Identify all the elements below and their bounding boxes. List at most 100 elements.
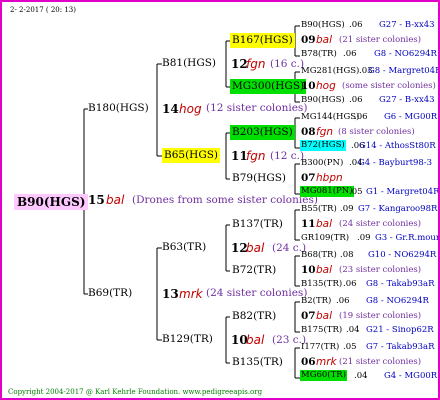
gen4-sep: .09 [340,204,354,214]
gen3-id[interactable]: MG300(HGS) [230,79,307,94]
gen4-id[interactable]: MG144(HGS) [301,113,359,122]
gen4-id[interactable]: B90(HGS) [301,21,345,30]
gen2-id[interactable]: B65(HGS) [162,148,221,163]
gen4-ref: G8 - Takab93aR [366,279,435,289]
gen1-mother-number: 14 [162,102,179,116]
root-number: 15 [88,193,105,207]
root-breeder: bal [106,193,125,207]
gen4-breeder: mrk [316,356,337,368]
gen4-number: 06 [301,356,316,368]
gen4-id[interactable]: GR109(TR) [301,234,349,243]
gen4-ref: G21 - Sinop62R [366,325,434,335]
gen4-number: 11 [301,218,316,230]
gen4-ref: G8 - Margret04R [368,66,440,76]
gen4-sep: .06 [349,95,363,105]
gen4-ref: G4 - Bayburt98-3 [358,158,433,168]
gen4-ref: G7 - Takab93aR [366,342,435,352]
gen4-note: (21 sister colonies) [339,357,422,367]
gen1-mother-note: (12 sister colonies) [206,102,308,114]
gen4-ref: G8 - NO6294R [366,296,429,306]
gen2-breeder: bal [246,241,265,255]
gen4-note: (24 sister colonies) [339,219,422,229]
pedigree-frame: 2- 2-2017 ( 20: 13) B90(HGS) 15 bal (Dro… [0,0,440,400]
gen2-breeder: fgn [246,57,266,71]
gen3-id[interactable]: B82(TR) [232,311,276,322]
gen1-mother-id[interactable]: B180(HGS) [88,103,149,114]
gen4-sep: .06 [343,49,357,59]
gen4-id[interactable]: B175(TR) [301,326,342,335]
gen4-id[interactable]: B78(TR) [301,50,337,59]
root-note: (Drones from some sister colonies) [132,194,318,206]
gen2-id[interactable]: B63(TR) [162,242,206,253]
gen4-id[interactable]: B2(TR) [301,297,331,306]
gen4-sep: .05 [349,187,363,197]
gen4-id[interactable]: B72(HGS) [300,140,346,151]
gen2-note: (16 c.) [270,58,305,70]
gen4-note: (19 sister colonies) [339,311,422,321]
gen2-id[interactable]: B129(TR) [162,334,213,345]
gen4-id[interactable]: MG60(TR) [300,370,348,381]
gen4-id[interactable]: B90(HGS) [301,96,345,105]
gen4-breeder: bal [316,218,333,230]
gen2-breeder: bal [246,333,265,347]
gen4-sep: .06 [343,279,357,289]
gen1-father-note: (24 sister colonies) [206,287,308,299]
gen4-note: (21 sister colonies) [339,35,422,45]
gen4-breeder: bal [316,34,333,46]
gen4-id[interactable]: B55(TR) [301,205,337,214]
gen3-id[interactable]: B79(HGS) [232,173,286,184]
gen4-id[interactable]: I177(TR) [301,343,339,352]
gen3-id[interactable]: B137(TR) [232,219,283,230]
gen4-sep: .05 [343,342,357,352]
gen2-note: (12 c.) [270,150,305,162]
gen4-number: 10 [301,264,316,276]
gen4-number: 07 [301,310,316,322]
gen4-sep: .06 [354,112,368,122]
gen4-ref: G27 - B-xx43 [379,95,435,105]
gen4-id[interactable]: B135(TR) [301,280,342,289]
gen4-number: 10 [301,80,316,92]
gen4-ref: G7 - Kangaroo98R [358,204,438,214]
gen1-mother-breeder: hog [179,102,202,116]
gen4-note: (8 sister colonies) [338,127,415,137]
gen4-note: (some sister colonies) [342,81,436,91]
gen4-note: (23 sister colonies) [339,265,422,275]
gen4-ref: G10 - NO6294R [368,250,437,260]
timestamp-header: 2- 2-2017 ( 20: 13) [10,6,76,14]
gen4-sep: .09 [357,233,371,243]
gen3-id[interactable]: B203(HGS) [230,125,295,140]
gen4-breeder: fgn [316,126,334,138]
gen2-breeder: fgn [246,149,266,163]
gen4-breeder: bal [316,264,333,276]
gen2-id[interactable]: B81(HGS) [162,58,216,69]
gen4-id[interactable]: B68(TR) [301,251,337,260]
gen4-number: 08 [301,126,316,138]
gen4-sep: .04 [346,325,360,335]
gen4-ref: G1 - Margret04R [366,187,440,197]
gen4-breeder: bal [316,310,333,322]
gen4-id[interactable]: B300(PN) [301,159,343,168]
gen4-number: 07 [301,172,316,184]
gen1-father-number: 13 [162,287,179,301]
gen4-ref: G4 - MG00R [384,371,438,381]
root-queen-id[interactable]: B90(HGS) [14,194,89,210]
copyright-footer: Copyright 2004-2017 @ Karl Kehrle Founda… [8,388,263,396]
gen4-ref: G6 - MG00R [384,112,438,122]
gen4-sep: .06 [336,296,350,306]
gen4-ref: G14 - AthosSt80R [359,141,436,151]
gen3-id[interactable]: B167(HGS) [230,33,295,48]
gen1-father-breeder: mrk [179,287,203,301]
gen4-sep: .06 [349,20,363,30]
gen1-father-id[interactable]: B69(TR) [88,288,132,299]
gen4-sep: .08 [340,250,354,260]
gen4-breeder: hbpn [316,172,343,184]
gen3-id[interactable]: B135(TR) [232,357,283,368]
gen4-id[interactable]: MG081(PN) [300,186,354,197]
gen4-number: 09 [301,34,316,46]
gen4-ref: G3 - Gr.R.mounta [375,233,438,243]
gen4-ref: G27 - B-xx43 [379,20,435,30]
gen4-id[interactable]: MG281(HGS) [301,67,359,76]
gen4-breeder: hog [316,80,336,92]
gen4-sep: .04 [354,371,368,381]
gen3-id[interactable]: B72(TR) [232,265,276,276]
